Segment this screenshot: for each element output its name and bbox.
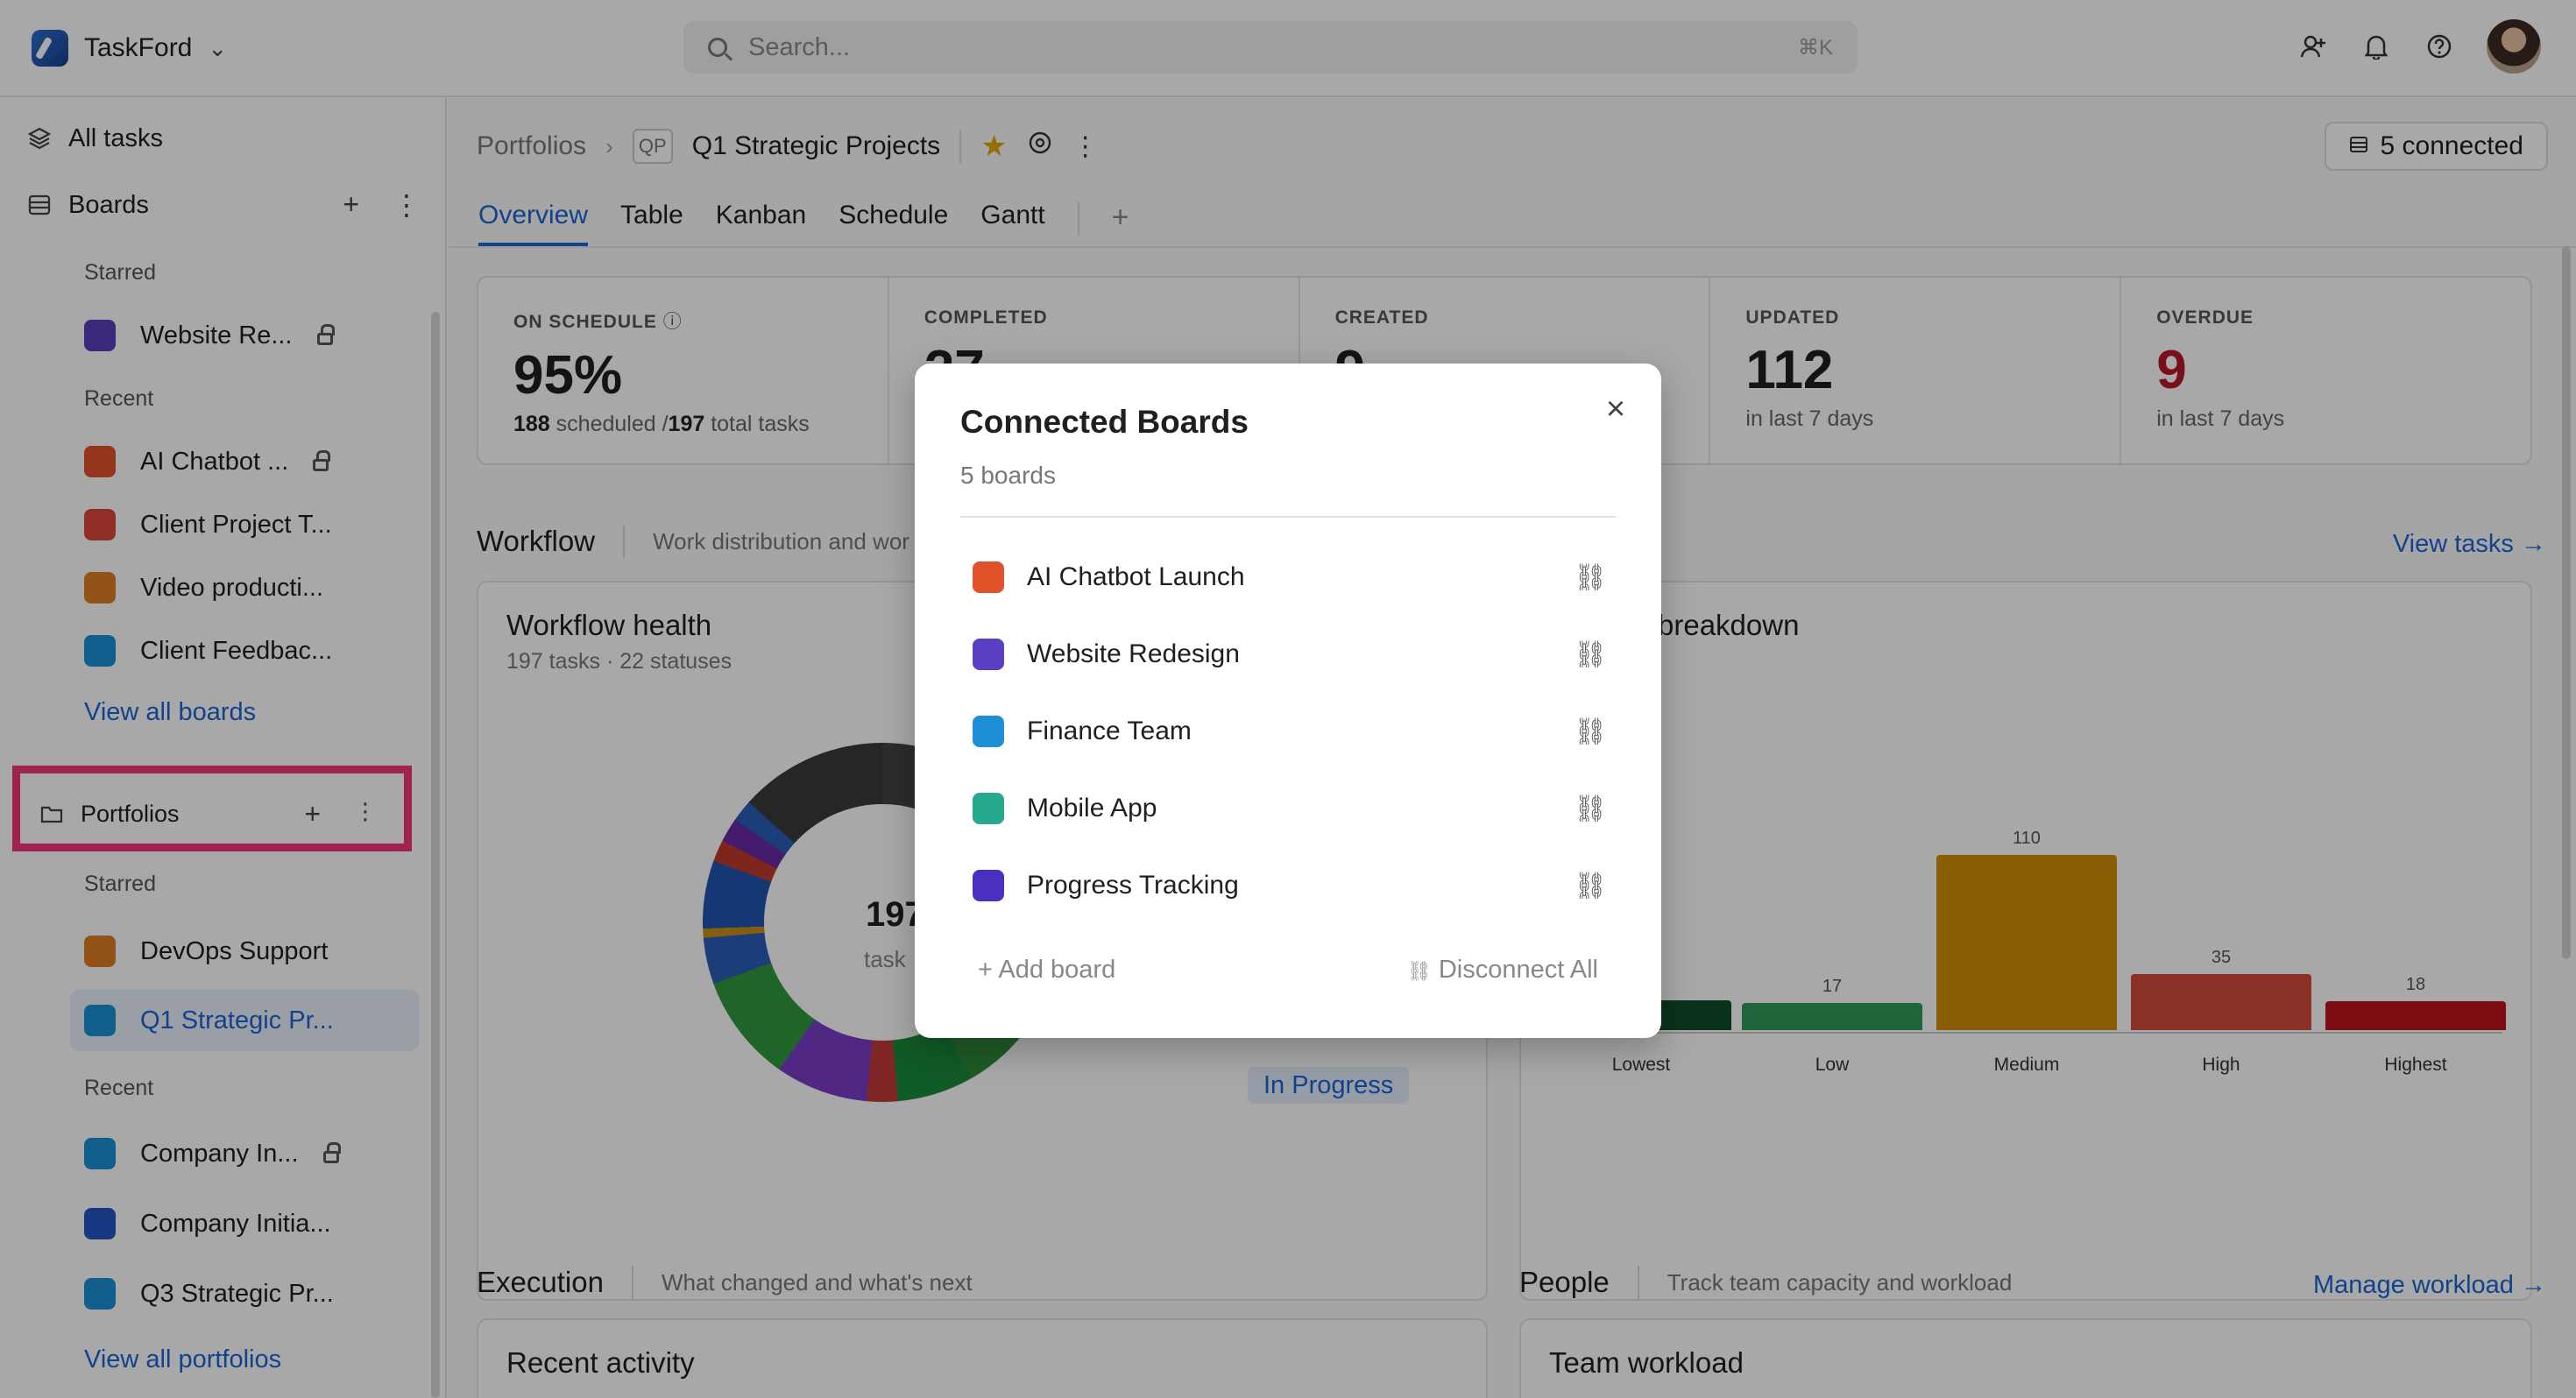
- unlink-icon: ⛓: [1406, 960, 1432, 982]
- unlink-icon[interactable]: ⛓: [1574, 717, 1607, 747]
- board-name: Website Redesign: [1027, 639, 1240, 668]
- connected-boards-dialog: Connected Boards 5 boards × AI Chatbot L…: [915, 364, 1661, 1038]
- board-icon: [973, 870, 1004, 901]
- divider: [960, 516, 1616, 518]
- connected-board-row[interactable]: Mobile App ⛓: [973, 782, 1621, 835]
- dialog-subtitle: 5 boards: [960, 462, 1056, 489]
- board-icon: [973, 716, 1004, 747]
- board-icon: [973, 561, 1004, 593]
- unlink-icon[interactable]: ⛓: [1574, 562, 1607, 593]
- disconnect-all-button[interactable]: ⛓ Disconnect All: [1407, 956, 1598, 985]
- unlink-icon[interactable]: ⛓: [1574, 794, 1607, 824]
- board-name: Progress Tracking: [1027, 871, 1239, 900]
- connected-board-row[interactable]: Progress Tracking ⛓: [973, 859, 1621, 912]
- add-board-button[interactable]: + Add board: [978, 956, 1115, 985]
- connected-board-row[interactable]: Website Redesign ⛓: [973, 628, 1621, 681]
- board-name: AI Chatbot Launch: [1027, 562, 1245, 591]
- connected-board-row[interactable]: Finance Team ⛓: [973, 705, 1621, 758]
- board-name: Mobile App: [1027, 794, 1157, 823]
- unlink-icon[interactable]: ⛓: [1574, 871, 1607, 901]
- board-name: Finance Team: [1027, 717, 1192, 745]
- connected-board-row[interactable]: AI Chatbot Launch ⛓: [973, 551, 1621, 604]
- dialog-title: Connected Boards: [960, 404, 1249, 440]
- board-icon: [973, 639, 1004, 670]
- board-icon: [973, 793, 1004, 824]
- close-icon[interactable]: ×: [1600, 391, 1631, 427]
- unlink-icon[interactable]: ⛓: [1574, 639, 1607, 670]
- disconnect-all-label: Disconnect All: [1438, 956, 1598, 984]
